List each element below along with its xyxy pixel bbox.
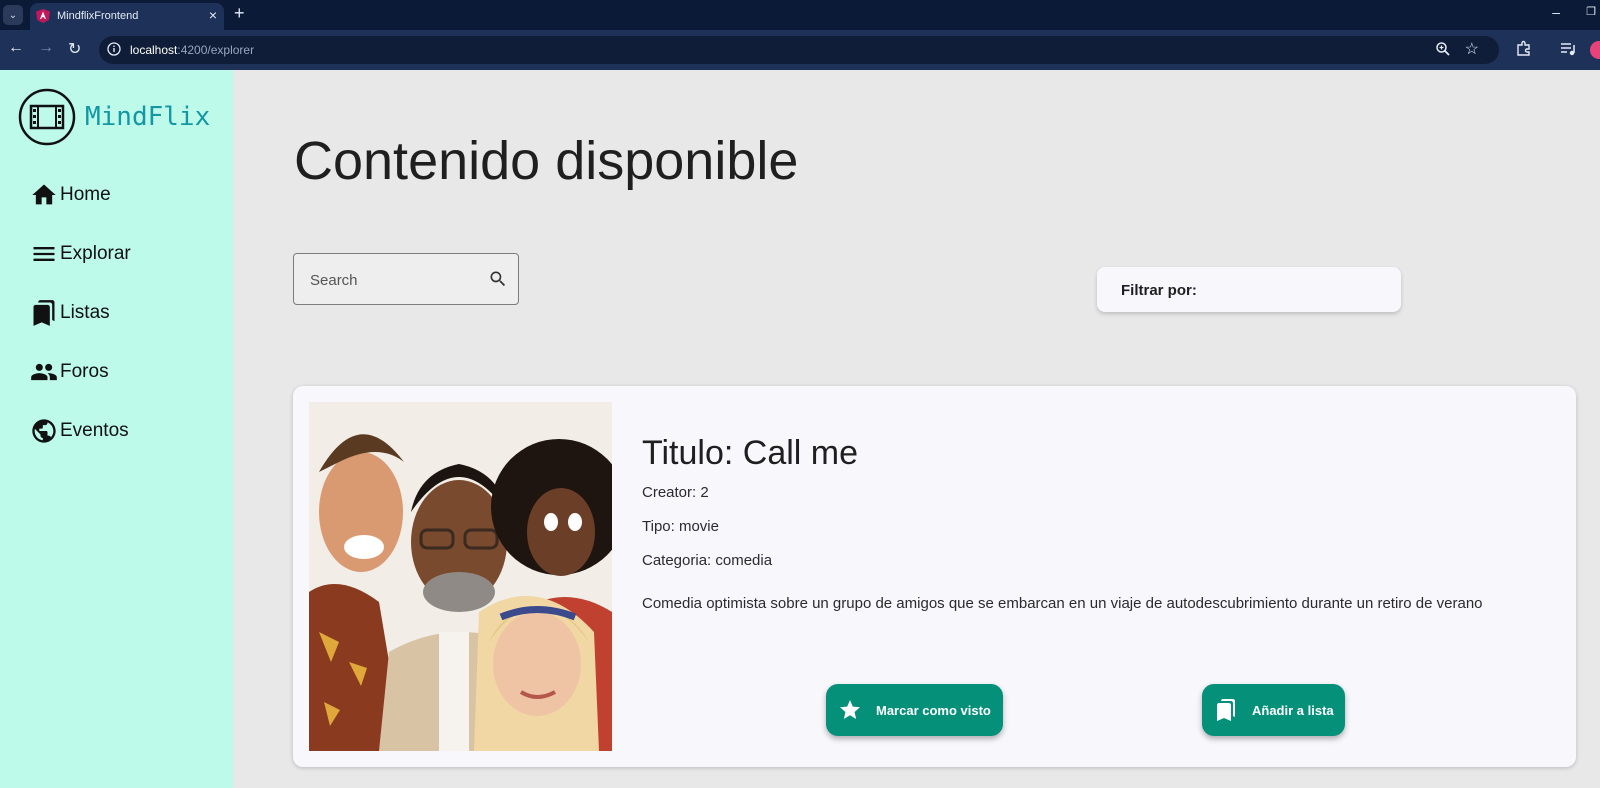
restore-window-icon[interactable]: ❐ (1586, 5, 1596, 18)
sidebar-item-label: Foros (60, 361, 109, 382)
people-icon (31, 363, 57, 381)
content-creator: Creator: 2 (642, 484, 709, 501)
site-info-icon[interactable] (107, 42, 121, 56)
content-card: Titulo: Call me Creator: 2 Tipo: movie C… (293, 386, 1576, 767)
star-icon (840, 700, 860, 719)
bookmarks-icon (1217, 699, 1235, 721)
reload-icon[interactable]: ↻ (68, 39, 81, 59)
browser-toolbar: ← → ↻ localhost:4200/explorer ☆ (0, 30, 1600, 70)
new-tab-icon[interactable]: + (234, 3, 245, 24)
browser-tab-bar: ⌄ MindflixFrontend × + – ❐ (0, 0, 1600, 30)
menu-icon (33, 247, 55, 261)
sidebar-item-foros[interactable]: Foros (30, 355, 109, 389)
sidebar-item-label: Home (60, 184, 111, 205)
bookmark-star-icon[interactable]: ☆ (1465, 39, 1479, 59)
add-to-list-button[interactable]: Añadir a lista (1202, 684, 1345, 736)
forward-arrow-icon[interactable]: → (38, 39, 54, 57)
search-input[interactable] (308, 268, 482, 292)
sidebar-item-home[interactable]: Home (30, 178, 111, 212)
browser-tab[interactable]: MindflixFrontend × (30, 3, 224, 30)
movie-poster-image (309, 402, 612, 751)
tab-title: MindflixFrontend (57, 10, 139, 22)
sidebar-item-eventos[interactable]: Eventos (30, 414, 129, 448)
search-field[interactable] (293, 253, 519, 305)
page-title: Contenido disponible (294, 131, 799, 191)
tab-list-button[interactable]: ⌄ (3, 5, 23, 25)
url-host: localhost (130, 43, 178, 57)
sidebar-item-label: Eventos (60, 420, 129, 441)
sidebar-item-label: Listas (60, 302, 110, 323)
address-bar[interactable]: localhost:4200/explorer ☆ (99, 36, 1499, 64)
content-type: Tipo: movie (642, 518, 719, 535)
filter-dropdown[interactable]: Filtrar por: (1097, 267, 1401, 312)
media-control-icon[interactable] (1560, 41, 1576, 57)
zoom-icon[interactable] (1435, 41, 1451, 57)
angular-favicon-icon (36, 9, 50, 23)
film-logo-icon (18, 88, 76, 146)
sidebar-item-explorar[interactable]: Explorar (30, 237, 131, 271)
sidebar-item-listas[interactable]: Listas (30, 296, 110, 330)
filter-label: Filtrar por: (1121, 282, 1197, 299)
back-arrow-icon[interactable]: ← (8, 39, 24, 57)
mark-as-seen-label: Marcar como visto (876, 702, 991, 718)
url-text: localhost:4200/explorer (130, 43, 254, 57)
content-description: Comedia optimista sobre un grupo de amig… (642, 595, 1483, 612)
tab-close-icon[interactable]: × (209, 7, 217, 23)
extensions-icon[interactable] (1515, 39, 1533, 57)
profile-avatar[interactable] (1590, 41, 1600, 59)
sidebar-item-label: Explorar (60, 243, 131, 264)
home-icon (32, 184, 56, 205)
search-icon[interactable] (488, 269, 508, 289)
bookmarks-icon (33, 300, 55, 326)
content-title: Titulo: Call me (642, 434, 859, 472)
mark-as-seen-button[interactable]: Marcar como visto (826, 684, 1003, 736)
add-to-list-label: Añadir a lista (1252, 702, 1334, 718)
sidebar: MindFlix Home Explorar Listas Foros Even… (0, 70, 233, 788)
content-category: Categoria: comedia (642, 552, 773, 569)
minimize-window-icon[interactable]: – (1552, 4, 1560, 20)
url-path: :4200/explorer (177, 43, 255, 57)
globe-icon (32, 419, 56, 443)
brand-name: MindFlix (85, 102, 211, 132)
